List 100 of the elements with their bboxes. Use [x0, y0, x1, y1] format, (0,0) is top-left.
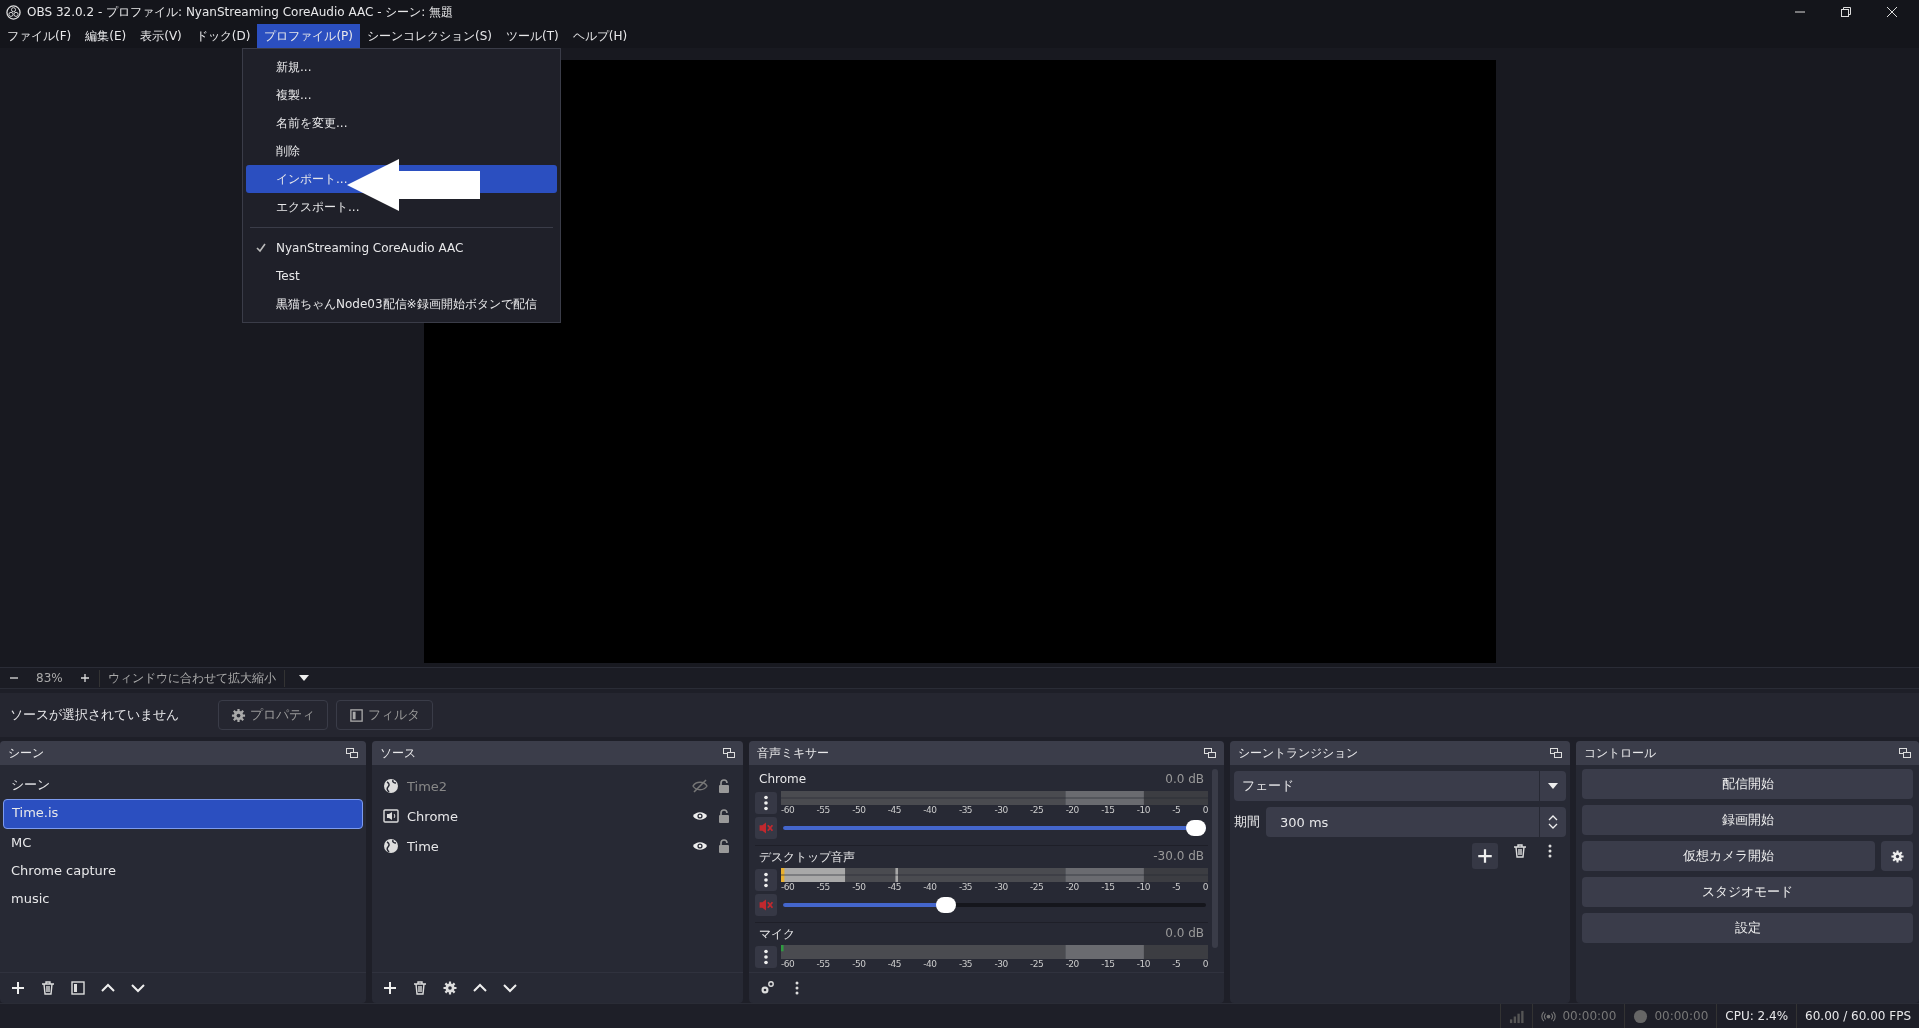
menu-option[interactable]: 新規... [246, 53, 557, 81]
menu-item[interactable]: プロファイル(P) [257, 24, 360, 48]
meter-tick-label: -15 [1101, 805, 1115, 815]
spin-arrows-icon[interactable] [1548, 815, 1558, 829]
undock-icon[interactable] [1204, 748, 1216, 758]
menu-item[interactable]: 表示(V) [133, 24, 189, 48]
no-source-label: ソースが選択されていません [10, 706, 180, 724]
control-button[interactable]: スタジオモード [1582, 877, 1913, 907]
meter-tick-label: -55 [816, 959, 830, 969]
control-button[interactable]: 設定 [1582, 913, 1913, 943]
undock-icon[interactable] [1550, 748, 1562, 758]
slider-thumb[interactable] [936, 897, 957, 913]
more-icon[interactable] [755, 946, 777, 968]
channel-name: デスクトップ音声 [759, 849, 855, 866]
volume-slider[interactable] [783, 897, 1206, 913]
menu-item[interactable]: ツール(T) [499, 24, 566, 48]
source-name[interactable]: Time2 [407, 778, 684, 794]
caret-icon [1548, 783, 1558, 789]
slider-thumb[interactable] [1186, 820, 1206, 836]
undock-icon[interactable] [1899, 748, 1911, 758]
menu-item[interactable]: ファイル(F) [0, 24, 79, 48]
meter-tick-label: -30 [994, 805, 1008, 815]
meter-tick-label: -45 [887, 805, 901, 815]
duration-spinbox[interactable]: 300 ms [1266, 807, 1566, 837]
menu-item[interactable]: ドック(D) [188, 24, 258, 48]
channel-name: マイク [759, 926, 795, 943]
settings-icon[interactable] [442, 980, 458, 996]
meter-tick-label: -20 [1065, 882, 1079, 892]
add-icon[interactable] [382, 980, 398, 996]
filters-button[interactable]: フィルタ [336, 700, 433, 730]
gear-icon [1889, 848, 1905, 864]
broadcast-icon [1541, 1008, 1557, 1024]
zoom-out-icon[interactable] [10, 674, 18, 682]
volume-reading: -30.0 dB [1153, 849, 1204, 865]
menu-item[interactable]: 編集(E) [78, 24, 134, 48]
volume-reading: 0.0 dB [1165, 926, 1204, 942]
stream-time: 00:00:00 [1562, 1009, 1617, 1023]
lock-icon[interactable] [716, 778, 732, 794]
zoom-in-icon[interactable] [80, 674, 89, 682]
panel-title: シーントランジション [1238, 744, 1358, 762]
record-time: 00:00:00 [1654, 1009, 1709, 1023]
source-name[interactable]: Time [407, 838, 684, 854]
add-icon[interactable] [1472, 843, 1498, 869]
filter-icon[interactable] [70, 980, 86, 996]
control-button[interactable]: 配信開始 [1582, 769, 1913, 799]
eye-slash-icon[interactable] [692, 778, 708, 794]
menu-item[interactable]: シーンコレクション(S) [360, 24, 499, 48]
meter-tick-label: -35 [958, 805, 973, 815]
meter-tick-label: -15 [1101, 959, 1115, 969]
meter-tick-label: -55 [816, 805, 830, 815]
meter-tick-label: 0 [1202, 805, 1208, 815]
lock-icon[interactable] [716, 838, 732, 854]
gears-icon[interactable] [759, 980, 775, 996]
meter-tick-label: -40 [923, 959, 937, 969]
meter-tick-label: -50 [852, 959, 866, 969]
profile-option[interactable]: 黒猫ちゃんNode03配信※録画開始ボタンで配信 [276, 295, 537, 313]
gear-icon [231, 707, 246, 723]
scene-item[interactable]: music [3, 885, 363, 913]
scene-item[interactable]: Time.is [3, 799, 363, 829]
restore-icon[interactable] [1841, 7, 1851, 17]
profile-option[interactable]: Test [276, 269, 300, 283]
transition-dropdown[interactable]: フェード [1234, 771, 1566, 801]
fps-readout: 60.00 / 60.00 FPS [1805, 1009, 1911, 1023]
source-name[interactable]: Chrome [407, 808, 684, 824]
meter-tick-label: -25 [1030, 959, 1044, 969]
panel-title: ソース [380, 744, 416, 762]
menu-option[interactable]: エクスポート... [246, 193, 557, 221]
virtual-camera-settings-button[interactable] [1881, 841, 1913, 871]
menu-option[interactable]: 名前を変更... [246, 109, 557, 137]
menu-option[interactable]: 複製... [246, 81, 557, 109]
meter-tick-label: -40 [923, 882, 937, 892]
meter-tick-label: -10 [1136, 805, 1150, 815]
more-icon[interactable] [755, 869, 777, 891]
globe-icon [383, 778, 399, 794]
meter-tick-label: -50 [852, 805, 866, 815]
menu-option[interactable]: 削除 [246, 137, 557, 165]
menu-item[interactable]: ヘルプ(H) [565, 24, 635, 48]
scene-item[interactable]: シーン [3, 771, 363, 799]
meter-tick-label: -35 [958, 959, 973, 969]
caret-icon[interactable] [298, 675, 309, 681]
meter-tick-label: -40 [923, 805, 937, 815]
scene-item[interactable]: MC [3, 829, 363, 857]
volume-slider[interactable] [783, 820, 1206, 836]
close-icon[interactable] [1887, 7, 1897, 17]
control-button[interactable]: 仮想カメラ開始 [1582, 841, 1875, 871]
more-icon[interactable] [755, 792, 777, 814]
profile-option[interactable]: NyanStreaming CoreAudio AAC [276, 241, 464, 255]
trash-icon[interactable] [412, 980, 428, 996]
undock-icon[interactable] [723, 748, 735, 758]
meter-tick-label: -60 [781, 959, 795, 969]
trash-icon[interactable] [40, 980, 56, 996]
fit-to-window-label[interactable]: ウィンドウに合わせて拡大縮小 [98, 669, 285, 687]
add-icon[interactable] [10, 980, 26, 996]
control-button[interactable]: 録画開始 [1582, 805, 1913, 835]
trash-icon[interactable] [1512, 843, 1528, 859]
properties-button[interactable]: プロパティ [218, 700, 328, 730]
undock-icon[interactable] [346, 748, 358, 758]
lock-icon[interactable] [716, 808, 732, 824]
scene-item[interactable]: Chrome capture [3, 857, 363, 885]
globe-icon [383, 838, 399, 854]
